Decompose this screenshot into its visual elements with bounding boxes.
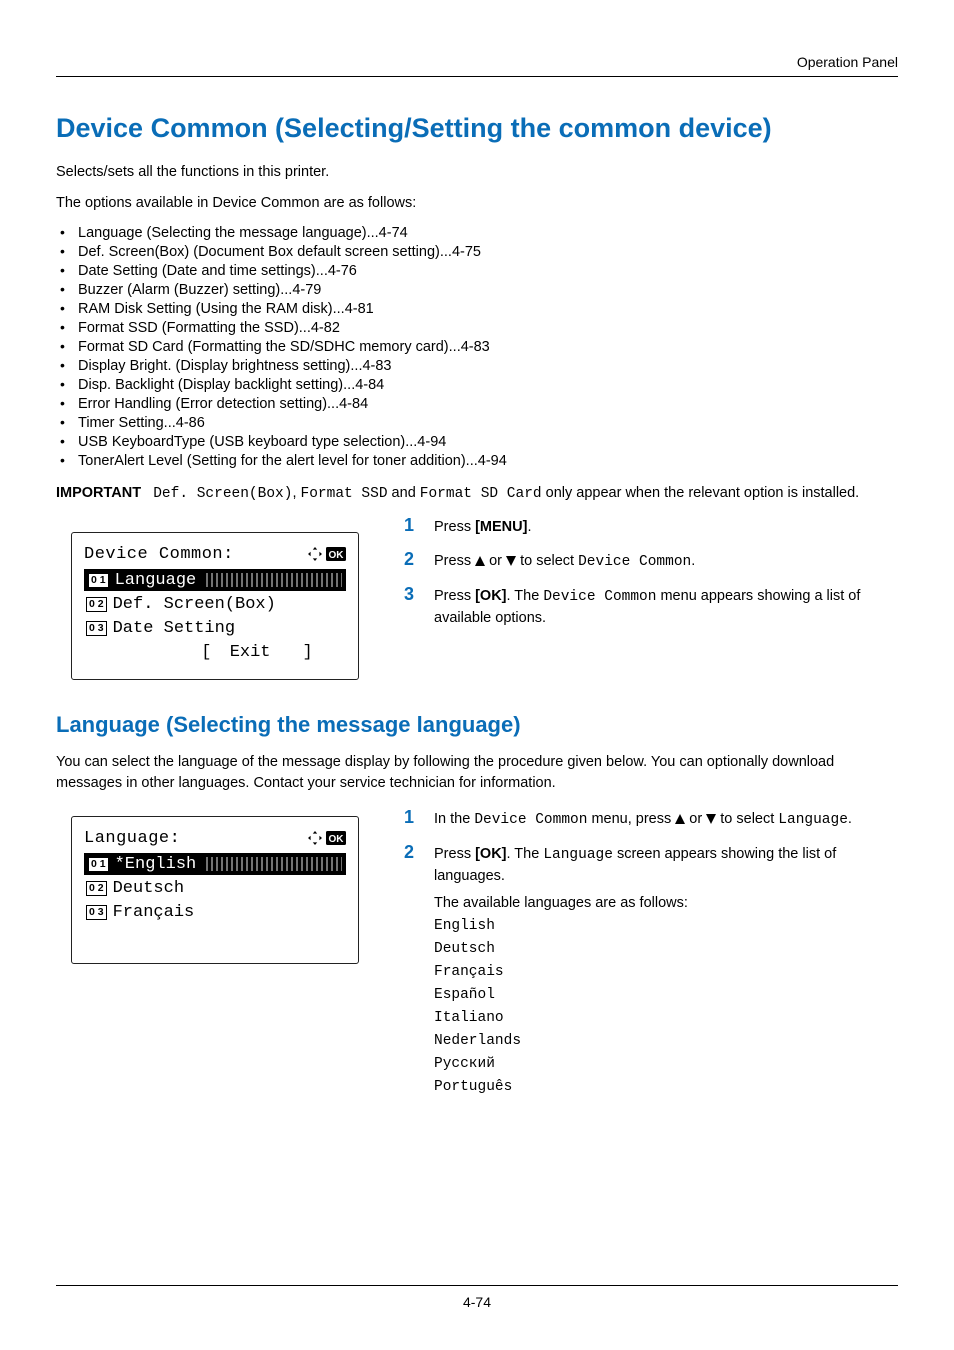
- important-note: IMPORTANT Def. Screen(Box), Format SSD a…: [56, 485, 898, 502]
- page-title: Device Common (Selecting/Setting the com…: [56, 113, 898, 144]
- step-1-1: 1 Press [MENU].: [404, 512, 898, 538]
- up-triangle-icon: [475, 556, 485, 566]
- intro-2: The options available in Device Common a…: [56, 193, 898, 214]
- step-1-3: 3 Press [OK]. The Device Common menu app…: [404, 581, 898, 629]
- bullet-item: •Format SD Card (Formatting the SD/SDHC …: [56, 338, 898, 355]
- section-title-language: Language (Selecting the message language…: [56, 712, 898, 738]
- lcd2-title: Language:: [84, 829, 180, 848]
- intro-1: Selects/sets all the functions in this p…: [56, 162, 898, 183]
- bullet-item: •Format SSD (Formatting the SSD)...4-82: [56, 319, 898, 336]
- lcd-icons: OK: [307, 546, 346, 562]
- dpad-icon: [307, 830, 323, 846]
- bullet-item: •TonerAlert Level (Setting for the alert…: [56, 452, 898, 469]
- lcd1-row-1: 0 1 Language: [84, 569, 346, 591]
- lcd2-row-1: 0 1*English: [84, 853, 346, 875]
- bullet-item: •Timer Setting...4-86: [56, 414, 898, 431]
- bullet-item: •Def. Screen(Box) (Document Box default …: [56, 243, 898, 260]
- down-triangle-icon: [506, 556, 516, 566]
- lang-intro: You can select the language of the messa…: [56, 752, 898, 794]
- code-def-screen: Def. Screen(Box): [153, 486, 292, 502]
- ok-icon: OK: [326, 831, 346, 845]
- section-steps-1: Device Common: OK 0 1 Language 0 2 Def: [56, 512, 898, 680]
- language-list: EnglishDeutschFrançaisEspañolItalianoNed…: [434, 916, 898, 1098]
- code-format-ssd: Format SSD: [301, 486, 388, 502]
- header-right: Operation Panel: [56, 54, 898, 70]
- footer: 4-74: [56, 1285, 898, 1310]
- lcd1-row-2: 0 2 Def. Screen(Box): [84, 593, 346, 615]
- page: Operation Panel Device Common (Selecting…: [0, 0, 954, 1350]
- code-format-sd: Format SD Card: [420, 486, 542, 502]
- language-item: English: [434, 916, 898, 937]
- step-2-2: 2 Press [OK]. The Language screen appear…: [404, 839, 898, 1100]
- step-2-1: 1 In the Device Common menu, press or to…: [404, 804, 898, 831]
- svg-text:OK: OK: [329, 834, 345, 845]
- important-label: IMPORTANT: [56, 485, 141, 501]
- lcd-icons-2: OK: [307, 830, 346, 846]
- language-item: Français: [434, 962, 898, 983]
- language-item: Русский: [434, 1054, 898, 1075]
- lcd1-row-3: 0 3 Date Setting: [84, 617, 346, 639]
- language-item: Português: [434, 1077, 898, 1098]
- step-1-2: 2 Press or to select Device Common.: [404, 546, 898, 573]
- bullet-item: •USB KeyboardType (USB keyboard type sel…: [56, 433, 898, 450]
- svg-text:OK: OK: [329, 550, 345, 561]
- dpad-icon: [307, 546, 323, 562]
- lcd-language: Language: OK 0 1*English 0 2 Deutsch: [71, 816, 359, 964]
- language-item: Español: [434, 985, 898, 1006]
- lcd2-row-3: 0 3 Français: [84, 901, 346, 923]
- lcd1-title: Device Common:: [84, 545, 234, 564]
- bullet-list: •Language (Selecting the message languag…: [56, 224, 898, 469]
- bullet-item: •Date Setting (Date and time settings)..…: [56, 262, 898, 279]
- bullet-item: •Language (Selecting the message languag…: [56, 224, 898, 241]
- bullet-item: •Error Handling (Error detection setting…: [56, 395, 898, 412]
- ok-icon: OK: [326, 547, 346, 561]
- header-rule: [56, 76, 898, 77]
- bullet-item: •Disp. Backlight (Display backlight sett…: [56, 376, 898, 393]
- down-triangle-icon: [706, 814, 716, 824]
- bullet-item: •Display Bright. (Display brightness set…: [56, 357, 898, 374]
- language-item: Nederlands: [434, 1031, 898, 1052]
- page-number: 4-74: [56, 1294, 898, 1310]
- bullet-item: •Buzzer (Alarm (Buzzer) setting)...4-79: [56, 281, 898, 298]
- lcd-device-common: Device Common: OK 0 1 Language 0 2 Def: [71, 532, 359, 680]
- lcd1-footer: [ Exit ]: [84, 641, 346, 663]
- footer-rule: [56, 1285, 898, 1286]
- language-item: Deutsch: [434, 939, 898, 960]
- bullet-item: •RAM Disk Setting (Using the RAM disk)..…: [56, 300, 898, 317]
- lcd2-row-2: 0 2 Deutsch: [84, 877, 346, 899]
- up-triangle-icon: [675, 814, 685, 824]
- language-item: Italiano: [434, 1008, 898, 1029]
- section-steps-2: Language: OK 0 1*English 0 2 Deutsch: [56, 804, 898, 1108]
